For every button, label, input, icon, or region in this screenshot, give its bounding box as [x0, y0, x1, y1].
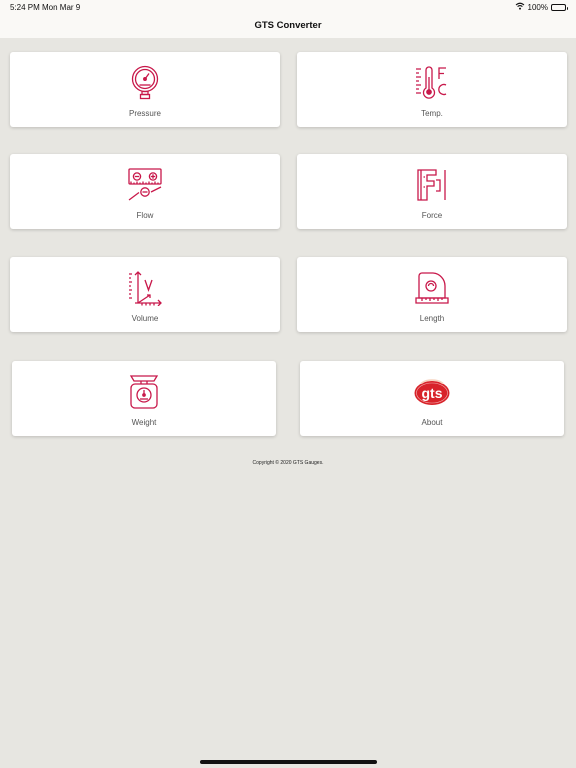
tape-measure-icon: [414, 270, 450, 306]
volume-label: Volume: [131, 314, 159, 323]
temp-card[interactable]: Temp.: [297, 52, 567, 127]
length-label: Length: [419, 314, 445, 323]
flow-meter-icon: [127, 167, 163, 203]
about-card[interactable]: gts About: [300, 361, 564, 436]
battery-icon: [551, 3, 568, 11]
nav-bar: GTS Converter: [0, 14, 576, 38]
thermometer-icon: [414, 65, 450, 101]
force-card[interactable]: Force: [297, 154, 567, 229]
volume-icon: [127, 270, 163, 306]
page-title: GTS Converter: [254, 20, 322, 31]
status-time: 5:24 PM: [10, 3, 40, 12]
wifi-icon: [515, 2, 525, 12]
weight-card[interactable]: Weight: [12, 361, 276, 436]
weight-label: Weight: [131, 418, 157, 427]
scale-icon: [126, 374, 162, 410]
battery-percent: 100%: [527, 2, 548, 12]
gts-logo: gts: [414, 374, 450, 410]
volume-card[interactable]: Volume: [10, 257, 280, 332]
about-label: About: [421, 418, 443, 427]
svg-text:gts: gts: [422, 385, 443, 401]
force-label: Force: [421, 211, 443, 220]
status-bar: 5:24 PM Mon Mar 9 100%: [0, 0, 576, 14]
flow-card[interactable]: Flow: [10, 154, 280, 229]
flow-label: Flow: [136, 211, 154, 220]
length-card[interactable]: Length: [297, 257, 567, 332]
copyright-text: Copyright © 2020 GTS Gauges.: [252, 460, 324, 466]
status-right: 100%: [515, 2, 568, 12]
status-date: Mon Mar 9: [42, 3, 81, 12]
force-icon: [414, 167, 450, 203]
temp-label: Temp.: [421, 109, 443, 118]
pressure-card[interactable]: Pressure: [10, 52, 280, 127]
pressure-label: Pressure: [128, 109, 161, 118]
pressure-gauge-icon: [127, 65, 163, 101]
home-indicator[interactable]: [200, 760, 377, 764]
